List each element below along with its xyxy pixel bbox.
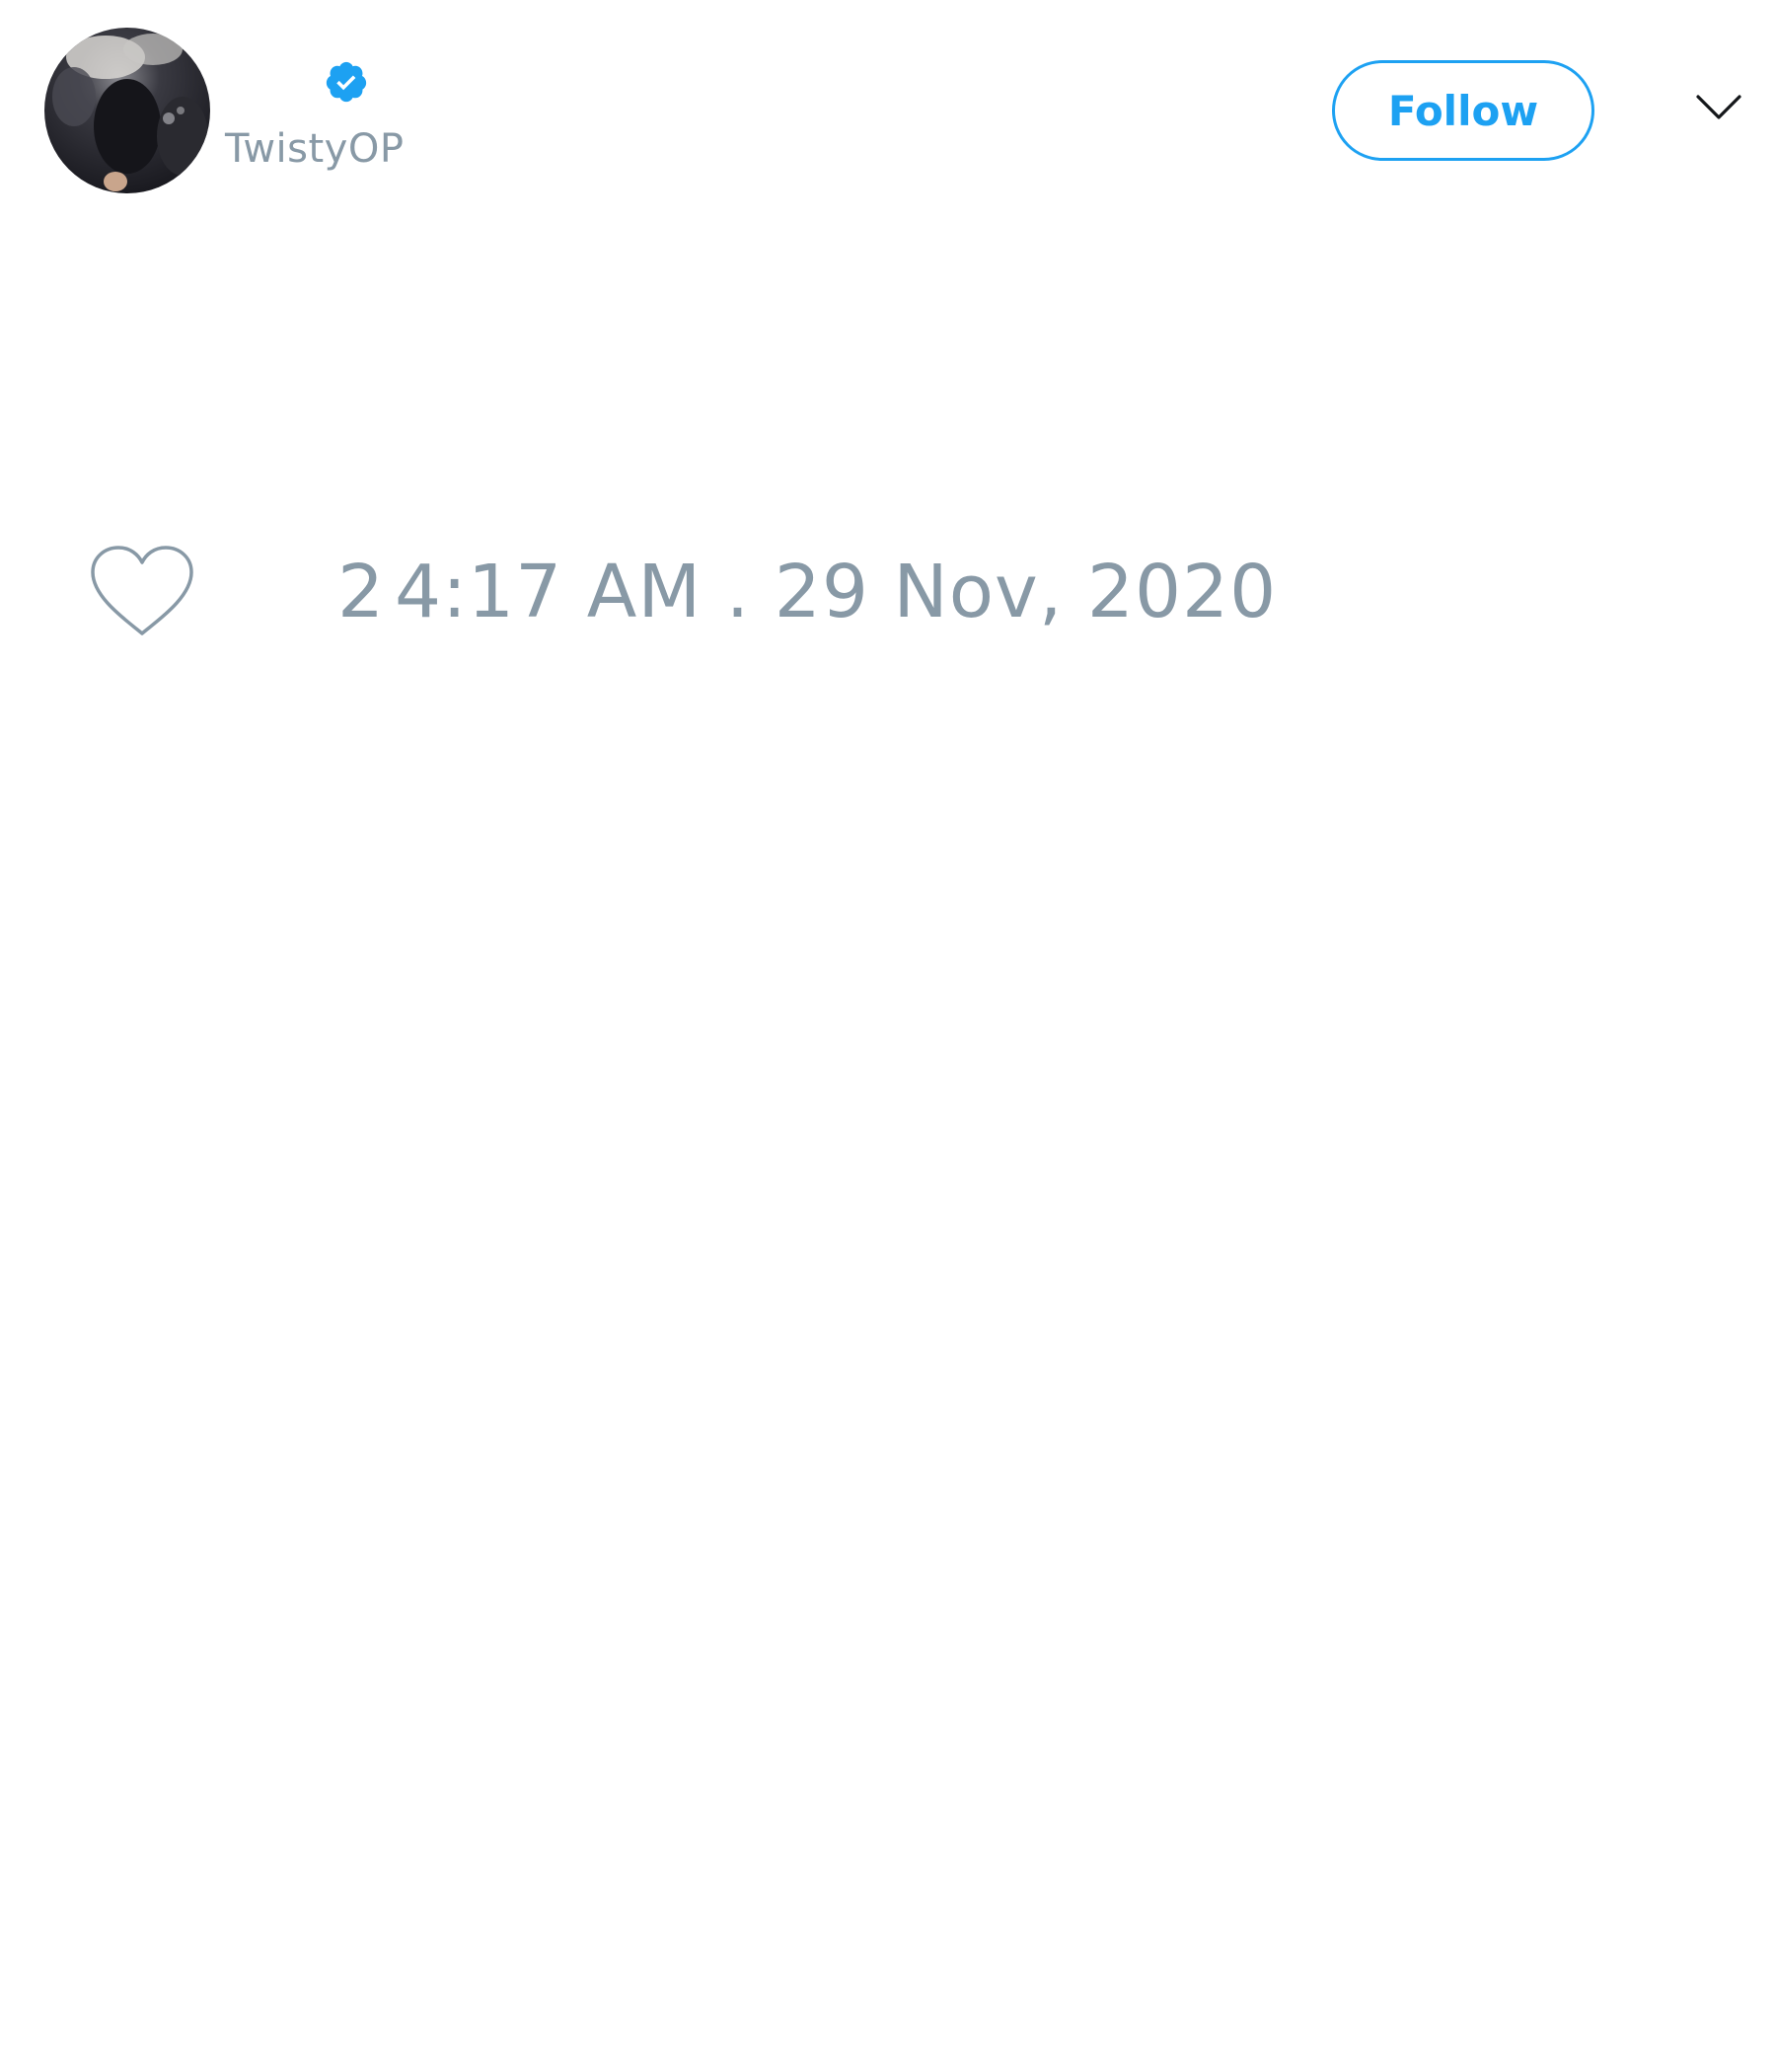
avatar[interactable]: [44, 28, 210, 193]
like-button[interactable]: 2: [89, 543, 384, 641]
author-handle[interactable]: TwistyOP: [225, 126, 404, 172]
like-count: 2: [337, 550, 385, 634]
tweet-header: TwistyOP Follow: [0, 0, 1776, 227]
chevron-down-icon[interactable]: [1695, 93, 1742, 122]
avatar-photo: [44, 28, 210, 193]
follow-button[interactable]: Follow: [1332, 60, 1594, 161]
heart-icon: [91, 546, 193, 635]
tweet-footer: 2 4:17 AM . 29 Nov, 2020: [0, 533, 1776, 651]
tweet-timestamp[interactable]: 4:17 AM . 29 Nov, 2020: [395, 552, 1277, 632]
verified-badge-icon: [326, 61, 367, 103]
